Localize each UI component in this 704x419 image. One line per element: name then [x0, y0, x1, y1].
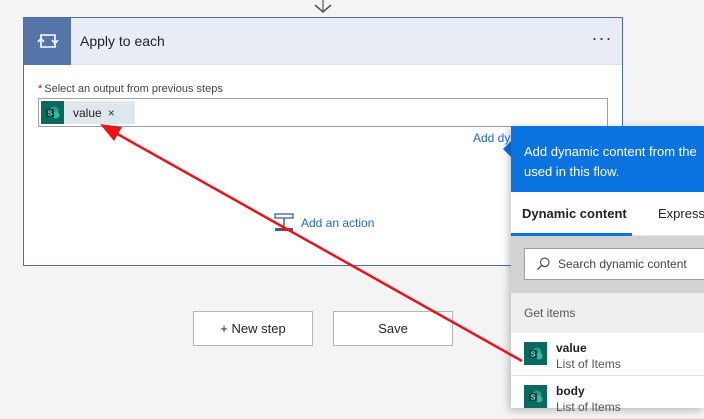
- svg-text:S: S: [530, 394, 535, 401]
- panel-header-line2: used in this flow.: [524, 164, 620, 179]
- value-token[interactable]: S value ×: [41, 101, 135, 124]
- output-select-input[interactable]: S value ×: [38, 98, 608, 127]
- panel-header: Add dynamic content from the used in thi…: [511, 126, 704, 192]
- new-step-button[interactable]: + New step: [193, 311, 313, 346]
- sharepoint-icon: S: [41, 101, 64, 124]
- loop-icon: [24, 17, 71, 65]
- search-box[interactable]: [524, 248, 704, 280]
- panel-header-line1: Add dynamic content from the: [524, 144, 697, 159]
- dynamic-item-value[interactable]: S value List of Items: [511, 333, 704, 376]
- add-action-button[interactable]: Add an action: [273, 212, 374, 234]
- tab-dynamic-content[interactable]: Dynamic content: [522, 206, 627, 221]
- card-title: Apply to each: [80, 33, 165, 49]
- required-marker: *: [38, 83, 43, 95]
- remove-token-button[interactable]: ×: [108, 106, 115, 120]
- search-input[interactable]: [558, 257, 704, 271]
- svg-text:S: S: [530, 351, 535, 358]
- search-area: [511, 236, 704, 293]
- dynamic-item-name: body: [556, 384, 585, 398]
- section-title-get-items: Get items: [511, 293, 704, 333]
- token-label: value: [73, 105, 102, 120]
- dynamic-item-desc: List of Items: [556, 357, 621, 371]
- card-header[interactable]: Apply to each ···: [24, 17, 622, 65]
- more-options-button[interactable]: ···: [582, 28, 622, 55]
- chevron-down-icon: [314, 0, 332, 13]
- svg-text:S: S: [47, 110, 52, 117]
- sharepoint-icon: S: [524, 342, 547, 365]
- save-button[interactable]: Save: [333, 311, 453, 346]
- dynamic-content-panel: Add dynamic content from the used in thi…: [511, 126, 704, 419]
- add-action-icon: [274, 213, 294, 231]
- dynamic-item-desc: List of Items: [556, 400, 621, 414]
- dynamic-item-body[interactable]: S body List of Items: [511, 376, 704, 419]
- output-field-label-text: Select an output from previous steps: [44, 83, 223, 95]
- add-action-label: Add an action: [301, 216, 375, 230]
- dynamic-item-name: value: [556, 341, 587, 355]
- sharepoint-icon: S: [524, 385, 547, 408]
- panel-tabs: Dynamic content Expression: [511, 192, 704, 236]
- output-field-label: * Select an output from previous steps: [38, 83, 223, 95]
- tab-expression[interactable]: Expression: [658, 206, 704, 221]
- search-icon: [537, 257, 550, 270]
